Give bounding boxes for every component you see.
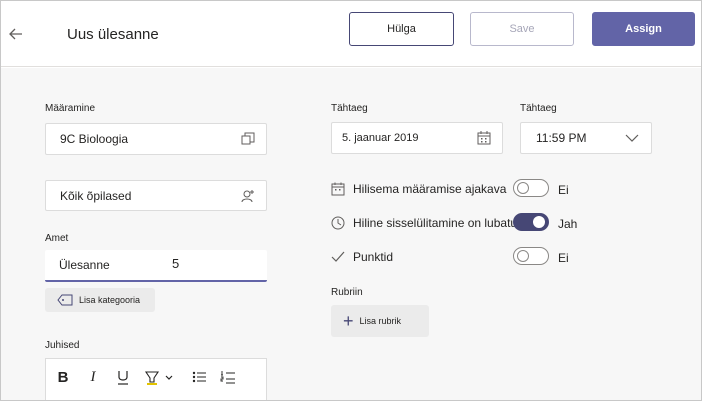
students-field[interactable]: Kõik õpilased xyxy=(45,180,267,211)
header: Uus ülesanne Hülga Save Assign xyxy=(1,1,701,67)
title-label: Amet xyxy=(45,233,69,244)
points-toggle[interactable] xyxy=(513,247,549,265)
add-rubric-button[interactable]: + Lisa rubrik xyxy=(331,305,429,337)
class-field[interactable]: 9C Bioloogia xyxy=(45,123,267,155)
schedule-state: Ei xyxy=(558,183,569,197)
assign-label: Määramine xyxy=(45,103,96,114)
italic-icon[interactable]: I xyxy=(86,369,100,385)
discard-button[interactable]: Hülga xyxy=(349,12,454,46)
title-value: Ülesanne xyxy=(59,258,110,272)
due-time-value: 11:59 PM xyxy=(536,131,587,145)
late-label: Hiline sisselülitamine on lubatud xyxy=(353,216,524,230)
add-rubric-label: Lisa rubrik xyxy=(359,316,402,326)
instructions-editor[interactable]: B I xyxy=(45,358,267,400)
add-category-button[interactable]: Lisa kategooria xyxy=(45,288,155,312)
tag-icon xyxy=(57,294,73,306)
schedule-toggle[interactable] xyxy=(513,179,549,197)
add-person-icon[interactable] xyxy=(240,188,256,204)
bullet-list-icon[interactable] xyxy=(191,369,207,385)
class-value: 9C Bioloogia xyxy=(60,132,129,146)
calendar-clock-icon xyxy=(331,182,345,196)
due-date-field[interactable]: 5. jaanuar 2019 xyxy=(331,122,503,154)
chevron-down-icon[interactable] xyxy=(625,130,639,146)
students-value: Kõik õpilased xyxy=(60,188,132,203)
plus-icon: + xyxy=(343,311,354,331)
clock-icon xyxy=(331,216,345,230)
schedule-label: Hilisema määramise ajakava xyxy=(353,182,507,196)
points-label: Punktid xyxy=(353,250,394,264)
add-category-label: Lisa kategooria xyxy=(79,295,141,305)
rubric-label: Rubriin xyxy=(331,287,363,298)
calendar-icon[interactable] xyxy=(476,130,492,146)
late-state: Jah xyxy=(558,217,578,231)
assign-button[interactable]: Assign xyxy=(592,12,695,46)
late-row: Hiline sisselülitamine on lubatud xyxy=(331,213,524,233)
toggle-knob xyxy=(533,216,545,228)
underline-icon[interactable] xyxy=(116,369,130,385)
title-cursor-text: 5 xyxy=(172,256,180,271)
points-row: Punktid xyxy=(331,247,393,267)
form-area: Määramine 9C Bioloogia Kõik õpilased Ame… xyxy=(1,68,701,400)
checkmark-icon xyxy=(331,251,345,262)
toggle-knob xyxy=(517,182,529,194)
window: Uus ülesanne Hülga Save Assign Määramine… xyxy=(0,0,702,401)
due-date-value: 5. jaanuar 2019 xyxy=(342,132,419,144)
schedule-row: Hilisema määramise ajakava xyxy=(331,179,506,199)
bold-icon[interactable]: B xyxy=(56,369,70,386)
page-title: Uus ülesanne xyxy=(67,26,159,43)
title-input[interactable]: Ülesanne 5 xyxy=(45,250,267,282)
due-date-label: Tähtaeg xyxy=(331,103,368,114)
copy-icon[interactable] xyxy=(240,131,256,147)
due-time-label: Tähtaeg xyxy=(520,103,557,114)
late-toggle[interactable] xyxy=(513,213,549,231)
numbered-list-icon[interactable] xyxy=(220,369,236,385)
toggle-knob xyxy=(517,250,529,262)
back-arrow-icon[interactable] xyxy=(7,25,25,43)
instructions-label: Juhised xyxy=(45,340,80,351)
points-state: Ei xyxy=(558,251,569,265)
due-time-field[interactable]: 11:59 PM xyxy=(520,122,652,154)
highlighter-icon[interactable] xyxy=(144,369,160,385)
save-button[interactable]: Save xyxy=(470,12,574,46)
chevron-down-icon[interactable] xyxy=(164,369,174,385)
